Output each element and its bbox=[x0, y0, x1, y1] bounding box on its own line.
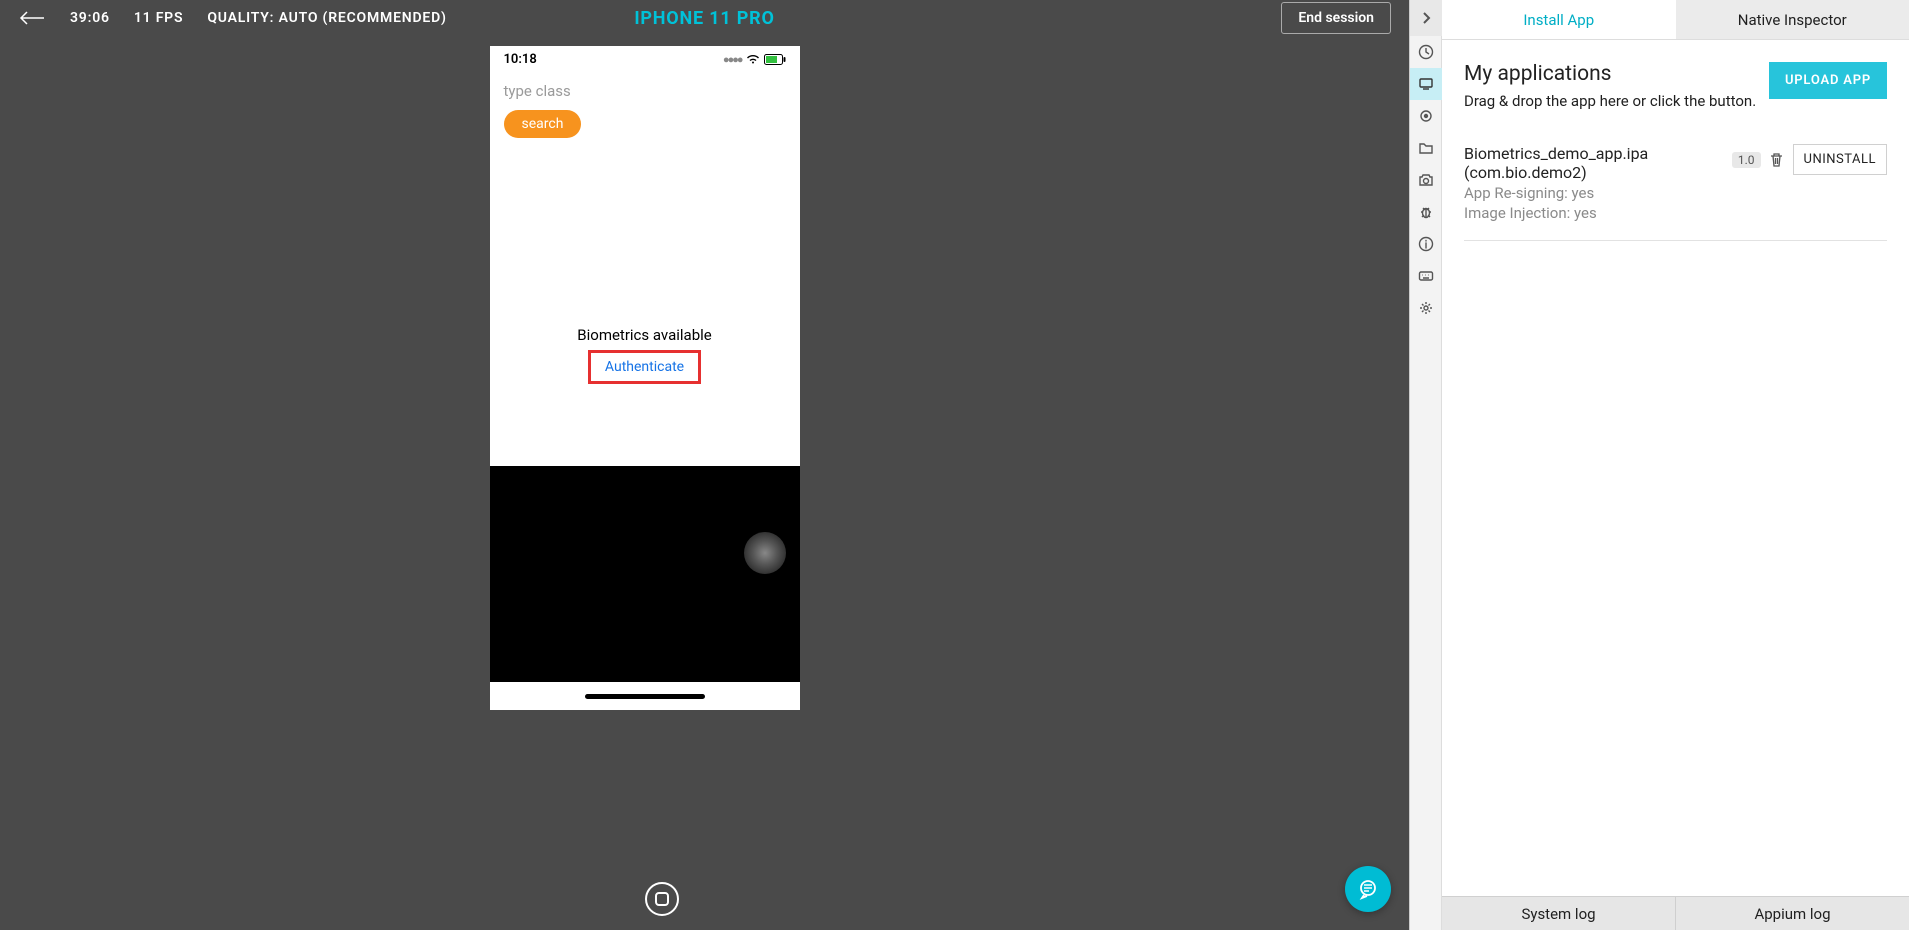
rotate-icon[interactable] bbox=[709, 96, 735, 122]
session-header: 39:06 11 FPS QUALITY: AUTO (RECOMMENDED)… bbox=[0, 0, 1409, 36]
fingerprint-icon[interactable] bbox=[709, 356, 735, 382]
home-button[interactable] bbox=[645, 882, 679, 916]
sidebar-expand-icon[interactable] bbox=[1410, 0, 1442, 36]
fps-indicator: 11 FPS bbox=[134, 10, 184, 26]
sidebar-keyboard-icon[interactable] bbox=[1410, 260, 1442, 292]
right-content: Install App Native Inspector My applicat… bbox=[1442, 0, 1909, 930]
app-list-item: Biometrics_demo_app.ipa (com.bio.demo2) … bbox=[1464, 144, 1887, 241]
tab-install-app[interactable]: Install App bbox=[1442, 0, 1676, 39]
panel-footer: System log Appium log bbox=[1442, 896, 1909, 930]
phone-status-bar: 10:18 ●●●● bbox=[490, 46, 800, 72]
sidebar-bug-icon[interactable] bbox=[1410, 196, 1442, 228]
type-class-input[interactable]: type class bbox=[504, 82, 786, 100]
back-arrow-icon[interactable] bbox=[18, 4, 46, 32]
cellular-dots-icon: ●●●● bbox=[723, 53, 742, 66]
assistive-touch-icon[interactable] bbox=[744, 532, 786, 574]
apps-header: My applications Drag & drop the app here… bbox=[1464, 62, 1887, 110]
right-panel: Install App Native Inspector My applicat… bbox=[1409, 0, 1909, 930]
sidebar-device-icon[interactable] bbox=[1410, 68, 1442, 100]
uninstall-button[interactable]: UNINSTALL bbox=[1793, 144, 1887, 175]
qr-icon[interactable] bbox=[709, 304, 735, 330]
authenticate-button[interactable]: Authenticate bbox=[588, 350, 701, 384]
sidebar-folder-icon[interactable] bbox=[1410, 132, 1442, 164]
home-button-inner-icon bbox=[655, 892, 669, 906]
phone-search-area: type class bbox=[490, 72, 800, 106]
device-name-label: IPHONE 11 PRO bbox=[634, 8, 774, 29]
redo-icon[interactable] bbox=[709, 200, 735, 226]
phone-clock: 10:18 bbox=[504, 52, 537, 67]
battery-icon bbox=[764, 54, 786, 65]
panel-tabs: Install App Native Inspector bbox=[1442, 0, 1909, 40]
phone-home-indicator-area bbox=[490, 682, 800, 710]
apps-title: My applications bbox=[1464, 62, 1756, 86]
icon-sidebar bbox=[1410, 0, 1442, 930]
session-timer: 39:06 bbox=[70, 10, 110, 26]
sidebar-location-icon[interactable] bbox=[1410, 100, 1442, 132]
phone-bottom-black bbox=[490, 466, 800, 682]
app-version-badge: 1.0 bbox=[1732, 152, 1761, 168]
camera-icon[interactable] bbox=[709, 252, 735, 278]
app-imageinjection-label: Image Injection: yes bbox=[1464, 204, 1732, 222]
wifi-icon bbox=[746, 54, 760, 65]
biometrics-section: Biometrics available Authenticate bbox=[490, 326, 800, 384]
sidebar-clock-icon[interactable] bbox=[1410, 36, 1442, 68]
home-indicator-icon[interactable] bbox=[585, 694, 705, 699]
upload-app-button[interactable]: UPLOAD APP bbox=[1769, 62, 1887, 99]
apps-section: My applications Drag & drop the app here… bbox=[1442, 40, 1909, 251]
chat-bubble-button[interactable] bbox=[1345, 866, 1391, 912]
app-resigning-label: App Re-signing: yes bbox=[1464, 184, 1732, 202]
appium-log-tab[interactable]: Appium log bbox=[1675, 896, 1909, 930]
system-log-tab[interactable]: System log bbox=[1442, 896, 1675, 930]
biometrics-available-label: Biometrics available bbox=[490, 326, 800, 344]
phone-app-body: type class search Biometrics available A… bbox=[490, 72, 800, 710]
trash-icon[interactable] bbox=[1769, 152, 1785, 168]
app-name-label: Biometrics_demo_app.ipa (com.bio.demo2) bbox=[1464, 144, 1732, 182]
phone-status-icons: ●●●● bbox=[723, 53, 786, 66]
device-toolbar bbox=[702, 96, 742, 382]
quality-indicator: QUALITY: AUTO (RECOMMENDED) bbox=[207, 10, 446, 26]
sidebar-settings-icon[interactable] bbox=[1410, 292, 1442, 324]
apps-subtitle: Drag & drop the app here or click the bu… bbox=[1464, 92, 1756, 110]
undo-icon[interactable] bbox=[709, 148, 735, 174]
sidebar-camera-icon[interactable] bbox=[1410, 164, 1442, 196]
end-session-button[interactable]: End session bbox=[1281, 2, 1391, 34]
tab-native-inspector[interactable]: Native Inspector bbox=[1676, 0, 1909, 39]
search-button[interactable]: search bbox=[504, 110, 582, 138]
phone-screen[interactable]: 10:18 ●●●● type class search Biometrics … bbox=[490, 46, 800, 710]
sidebar-info-icon[interactable] bbox=[1410, 228, 1442, 260]
device-stage: 10:18 ●●●● type class search Biometrics … bbox=[0, 36, 1409, 930]
